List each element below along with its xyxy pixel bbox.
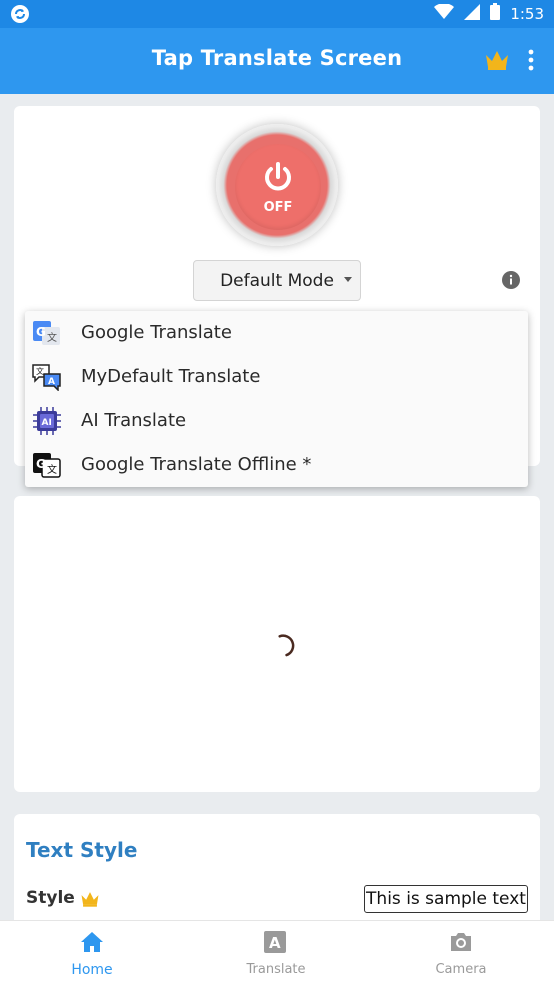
crown-icon <box>80 890 100 912</box>
svg-text:A: A <box>269 934 281 952</box>
translate-icon: A <box>264 931 286 957</box>
svg-text:G: G <box>36 457 46 471</box>
status-bar: 1:53 <box>0 0 554 28</box>
crown-icon[interactable] <box>484 49 510 75</box>
power-button[interactable]: OFF <box>235 144 321 230</box>
mode-dropdown[interactable]: Default Mode <box>193 260 361 301</box>
page-title: Tap Translate Screen <box>151 46 403 70</box>
svg-text:文: 文 <box>47 463 57 476</box>
signal-icon <box>464 3 481 24</box>
tab-home[interactable]: Home <box>32 921 152 987</box>
battery-icon <box>490 3 501 24</box>
svg-text:文: 文 <box>36 366 44 376</box>
info-icon[interactable] <box>502 271 520 293</box>
mode-dropdown-value: Default Mode <box>220 270 334 291</box>
camera-icon <box>449 931 473 957</box>
menu-item-label: Google Translate <box>81 322 232 343</box>
tab-label: Camera <box>435 962 487 977</box>
svg-text:A: A <box>48 377 55 387</box>
menu-item-google-translate[interactable]: G 文 Google Translate <box>25 311 528 355</box>
style-label: Style <box>26 888 75 908</box>
tab-label: Translate <box>246 962 306 977</box>
home-icon <box>80 931 104 957</box>
menu-item-label: Google Translate Offline * <box>81 454 312 475</box>
translator-menu: G 文 Google Translate 文 A MyDefault Trans… <box>25 311 528 487</box>
svg-text:G: G <box>36 325 46 339</box>
google-translate-offline-icon: G 文 <box>32 451 62 479</box>
loading-spinner-icon <box>270 630 300 664</box>
power-icon <box>261 160 295 198</box>
bottom-navigation: Home A Translate Camera <box>0 920 554 987</box>
menu-item-label: AI Translate <box>81 410 187 431</box>
clock: 1:53 <box>510 4 544 23</box>
ai-chip-icon: AI <box>32 407 62 435</box>
menu-item-mydefault-translate[interactable]: 文 A MyDefault Translate <box>25 355 528 399</box>
menu-item-ai-translate[interactable]: AI AI Translate <box>25 399 528 443</box>
dropdown-caret-icon <box>344 277 352 282</box>
tab-translate[interactable]: A Translate <box>216 921 336 987</box>
power-toggle[interactable]: OFF <box>208 124 346 248</box>
google-translate-icon: G 文 <box>32 319 62 347</box>
svg-text:文: 文 <box>47 331 57 344</box>
menu-item-label: MyDefault Translate <box>81 366 261 387</box>
chat-translate-icon: 文 A <box>32 363 62 392</box>
sample-text-box[interactable]: This is sample text <box>364 885 528 913</box>
text-style-heading: Text Style <box>26 838 138 862</box>
app-bar: Tap Translate Screen <box>0 28 554 94</box>
svg-text:AI: AI <box>42 418 52 428</box>
tab-camera[interactable]: Camera <box>401 921 521 987</box>
tab-label: Home <box>71 962 113 978</box>
wifi-icon <box>434 2 455 24</box>
power-state-label: OFF <box>263 199 293 215</box>
sync-icon <box>10 4 30 28</box>
overflow-menu-icon[interactable] <box>526 48 536 76</box>
menu-item-google-translate-offline[interactable]: G 文 Google Translate Offline * <box>25 443 528 487</box>
